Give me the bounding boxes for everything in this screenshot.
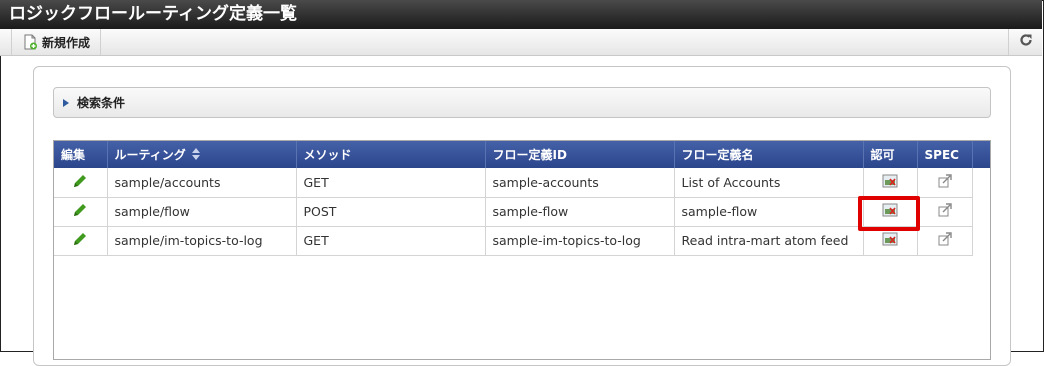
table-row: sample/im-topics-to-log GET sample-im-to… xyxy=(54,226,973,256)
flow-id-cell: sample-flow xyxy=(485,197,675,227)
toolbar: 新規作成 xyxy=(0,29,1042,56)
spec-cell xyxy=(917,226,973,256)
pencil-icon[interactable] xyxy=(72,202,88,218)
flow-name-cell: sample-flow xyxy=(674,197,864,227)
method-cell: GET xyxy=(296,226,486,256)
spec-cell xyxy=(917,168,973,198)
column-header-flow-id: フロー定義ID xyxy=(485,141,675,168)
authorization-icon[interactable] xyxy=(882,232,898,246)
new-button-label: 新規作成 xyxy=(42,35,91,50)
column-header-flow-name: フロー定義名 xyxy=(674,141,864,168)
method-cell: POST xyxy=(296,197,486,227)
search-conditions-label: 検索条件 xyxy=(77,96,126,110)
external-link-icon[interactable] xyxy=(938,232,952,246)
method-cell: GET xyxy=(296,168,486,198)
external-link-icon[interactable] xyxy=(938,174,952,188)
page-title: ロジックフロールーティング定義一覧 xyxy=(0,0,1042,29)
edit-cell xyxy=(54,226,108,256)
column-header-routing-label: ルーティング xyxy=(114,148,186,162)
column-header-routing[interactable]: ルーティング xyxy=(107,141,297,168)
table-row: sample/flow POST sample-flow sample-flow xyxy=(54,197,973,227)
edit-cell xyxy=(54,168,108,198)
highlight-annotation xyxy=(858,196,920,231)
sort-updown-icon[interactable] xyxy=(191,148,200,163)
flow-id-cell: sample-accounts xyxy=(485,168,675,198)
pencil-icon[interactable] xyxy=(72,231,88,247)
column-header-edit: 編集 xyxy=(54,141,108,168)
authorization-icon[interactable] xyxy=(882,174,898,188)
search-conditions-toggle[interactable]: 検索条件 xyxy=(53,87,991,118)
flow-name-cell: Read intra-mart atom feed xyxy=(674,226,864,256)
routing-cell: sample/accounts xyxy=(107,168,297,198)
new-document-icon xyxy=(22,34,38,50)
edit-cell xyxy=(54,197,108,227)
grid-header-filler xyxy=(972,141,990,168)
routing-grid: 編集 ルーティング メソッド フロー定義ID フロー定義名 認可 SPEC sa… xyxy=(53,140,991,360)
column-header-spec: SPEC xyxy=(917,141,973,168)
external-link-icon[interactable] xyxy=(938,203,952,217)
routing-cell: sample/flow xyxy=(107,197,297,227)
routing-cell: sample/im-topics-to-log xyxy=(107,226,297,256)
refresh-icon xyxy=(1019,33,1033,51)
column-header-method: メソッド xyxy=(296,141,486,168)
flow-id-cell: sample-im-topics-to-log xyxy=(485,226,675,256)
spec-cell xyxy=(917,197,973,227)
column-header-auth: 認可 xyxy=(863,141,918,168)
routing-table: 編集 ルーティング メソッド フロー定義ID フロー定義名 認可 SPEC sa… xyxy=(54,141,973,256)
new-button[interactable]: 新規作成 xyxy=(11,29,102,55)
flow-name-cell: List of Accounts xyxy=(674,168,864,198)
auth-cell xyxy=(863,168,918,198)
triangle-right-icon xyxy=(63,98,69,107)
refresh-button[interactable] xyxy=(1008,29,1042,55)
table-row: sample/accounts GET sample-accounts List… xyxy=(54,168,973,198)
pencil-icon[interactable] xyxy=(72,173,88,189)
